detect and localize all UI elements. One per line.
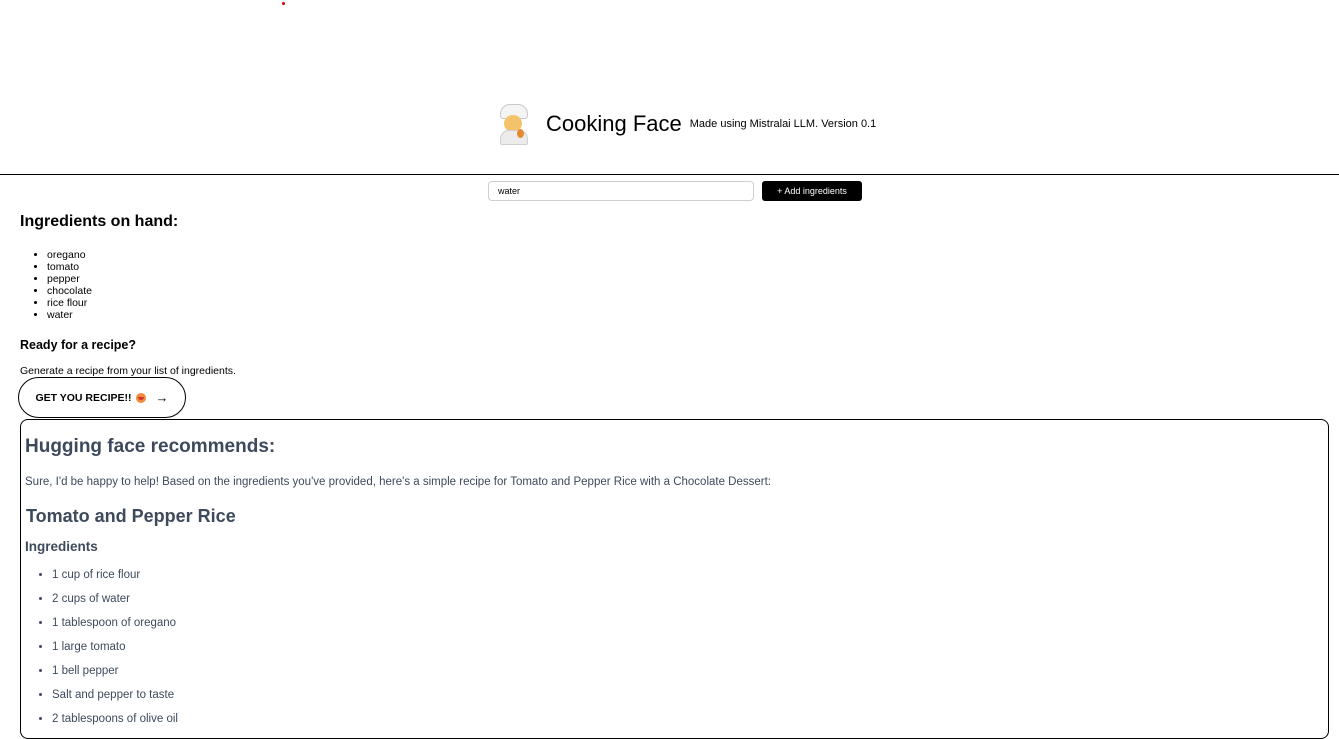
app-tagline: Made using Mistralai LLM. Version 0.1 — [689, 118, 877, 130]
recipe-ingredients-list: 1 cup of rice flour 2 cups of water 1 ta… — [25, 568, 1324, 726]
list-item: 1 cup of rice flour — [52, 568, 1324, 582]
ingredients-heading: Ingredients on hand: — [20, 213, 179, 230]
list-item: 1 tablespoon of oregano — [52, 616, 1324, 630]
list-item: pepper — [47, 273, 236, 285]
add-ingredients-button[interactable]: + Add ingredients — [762, 181, 862, 201]
face-savoring-food-icon — [135, 392, 146, 403]
get-recipe-label: GET YOU RECIPE!! — [35, 391, 132, 404]
add-ingredient-form: + Add ingredients — [488, 181, 862, 201]
arrow-right-icon: → — [155, 390, 169, 405]
list-item: 2 cups of water — [52, 592, 1324, 606]
list-item: oregano — [47, 249, 236, 261]
app-title: Cooking Face — [546, 111, 682, 136]
response-title: Hugging face recommends: — [25, 436, 276, 457]
list-item: tomato — [47, 261, 236, 273]
list-item: 2 tablespoons of olive oil — [52, 712, 1324, 726]
list-item: rice flour — [47, 297, 236, 309]
get-recipe-button[interactable]: GET YOU RECIPE!! → — [18, 377, 186, 418]
ingredients-list: oregano tomato pepper chocolate rice flo… — [20, 249, 236, 321]
list-item: 1 large tomato — [52, 640, 1324, 654]
list-item: Salt and pepper to taste — [52, 688, 1324, 702]
recipe-ingredients-heading: Ingredients — [25, 539, 98, 554]
ingredient-input[interactable] — [488, 181, 754, 201]
list-item: 1 bell pepper — [52, 664, 1324, 678]
list-item: water — [47, 309, 236, 321]
ingredients-section: Ingredients on hand: oregano tomato pepp… — [20, 211, 236, 377]
ready-title: Ready for a recipe? — [20, 338, 137, 352]
ready-subtitle: Generate a recipe from your list of ingr… — [20, 365, 236, 377]
dish-title: Tomato and Pepper Rice — [26, 506, 236, 526]
brand: Cooking Face Made using Mistralai LLM. V… — [496, 104, 877, 145]
chef-emoji-icon — [496, 104, 530, 145]
recipe-response-panel: Hugging face recommends: Sure, I'd be ha… — [20, 419, 1329, 739]
response-intro: Sure, I'd be happy to help! Based on the… — [25, 476, 772, 488]
list-item: chocolate — [47, 285, 236, 297]
app-header: Cooking Face Made using Mistralai LLM. V… — [0, 0, 1339, 175]
